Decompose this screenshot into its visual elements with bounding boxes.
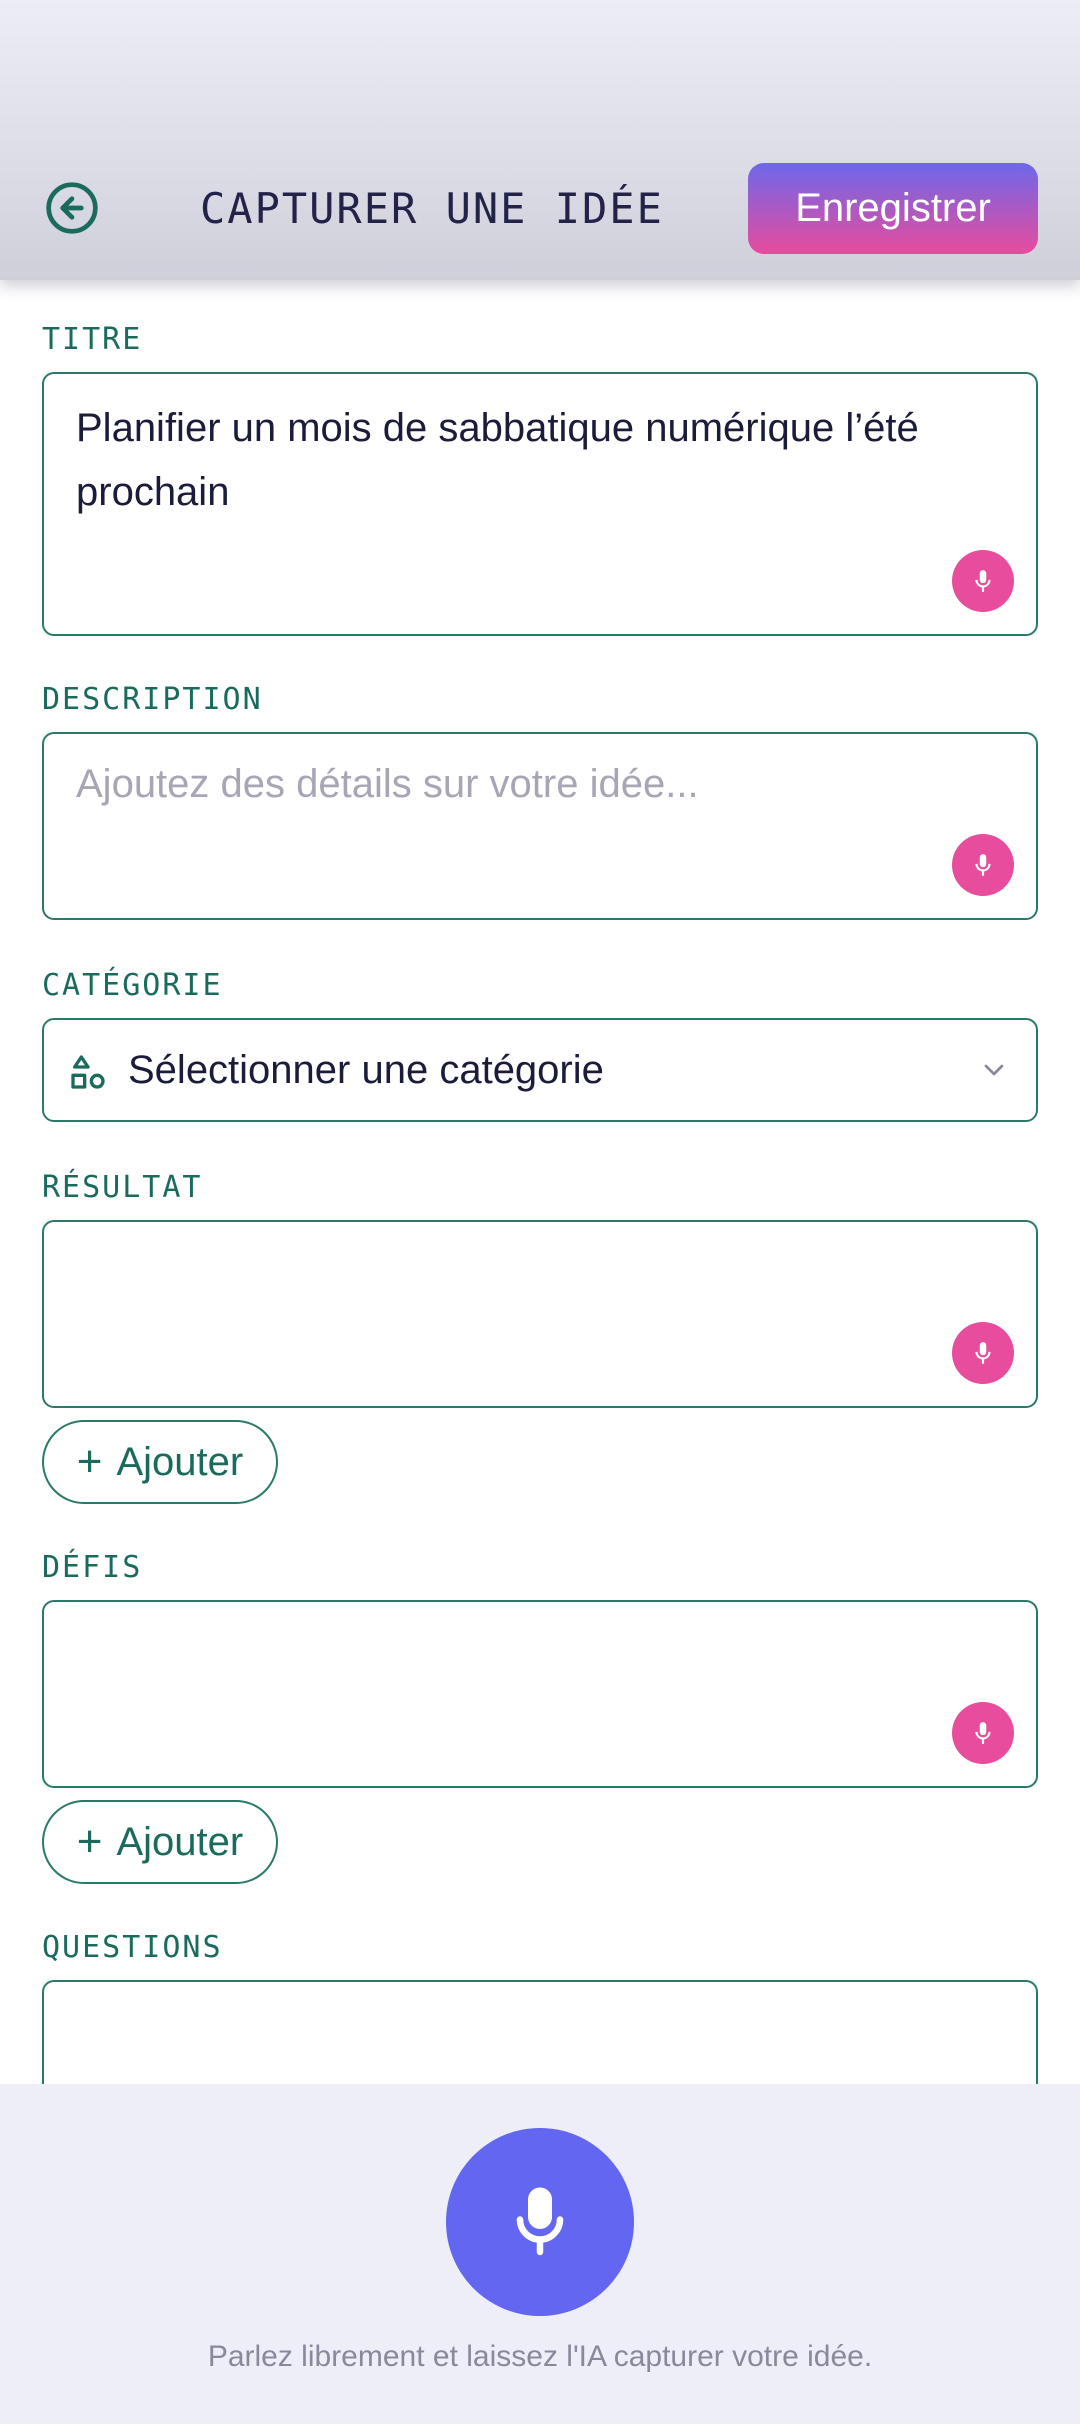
back-arrow-circle-icon bbox=[46, 182, 98, 234]
voice-hint: Parlez librement et laissez l'IA capture… bbox=[207, 2340, 873, 2373]
plus-icon: + bbox=[76, 1817, 103, 1866]
category-label: CATÉGORIE bbox=[42, 968, 223, 1003]
save-button[interactable]: Enregistrer bbox=[748, 163, 1038, 254]
description-label: DESCRIPTION bbox=[42, 682, 263, 717]
voice-record-button[interactable] bbox=[446, 2128, 634, 2316]
plus-icon: + bbox=[76, 1437, 103, 1486]
app-header: CAPTURER UNE IDÉE Enregistrer bbox=[0, 0, 1080, 280]
category-select[interactable]: Sélectionner une catégorie bbox=[42, 1018, 1038, 1122]
questions-label: QUESTIONS bbox=[42, 1930, 223, 1965]
challenges-label: DÉFIS bbox=[42, 1550, 143, 1585]
chevron-down-icon bbox=[984, 1064, 1004, 1076]
result-mic-button[interactable] bbox=[952, 1322, 1014, 1384]
back-button[interactable] bbox=[42, 178, 102, 238]
description-placeholder: Ajoutez des détails sur votre idée... bbox=[76, 762, 699, 806]
result-add-button[interactable]: + Ajouter bbox=[42, 1420, 278, 1504]
result-label: RÉSULTAT bbox=[42, 1170, 203, 1205]
result-add-label: Ajouter bbox=[116, 1439, 244, 1484]
microphone-icon bbox=[975, 570, 991, 592]
shapes-icon bbox=[71, 1055, 105, 1089]
description-field[interactable]: Ajoutez des détails sur votre idée... bbox=[42, 732, 1038, 920]
title-field[interactable]: Planifier un mois de sabbatique numériqu… bbox=[42, 372, 1038, 636]
microphone-icon bbox=[975, 1722, 991, 1744]
challenges-add-button[interactable]: + Ajouter bbox=[42, 1800, 278, 1884]
result-field[interactable] bbox=[42, 1220, 1038, 1408]
title-value: Planifier un mois de sabbatique numériqu… bbox=[76, 406, 919, 514]
title-label: TITRE bbox=[42, 322, 143, 357]
challenges-mic-button[interactable] bbox=[952, 1702, 1014, 1764]
description-mic-button[interactable] bbox=[952, 834, 1014, 896]
page-title: CAPTURER UNE IDÉE bbox=[200, 184, 664, 233]
microphone-icon bbox=[975, 1342, 991, 1364]
challenges-field[interactable] bbox=[42, 1600, 1038, 1788]
microphone-icon bbox=[516, 2187, 564, 2256]
title-mic-button[interactable] bbox=[952, 550, 1014, 612]
category-value: Sélectionner une catégorie bbox=[128, 1048, 604, 1092]
challenges-add-label: Ajouter bbox=[116, 1819, 244, 1864]
microphone-icon bbox=[975, 854, 991, 876]
voice-capture-panel: Parlez librement et laissez l'IA capture… bbox=[0, 2084, 1080, 2424]
